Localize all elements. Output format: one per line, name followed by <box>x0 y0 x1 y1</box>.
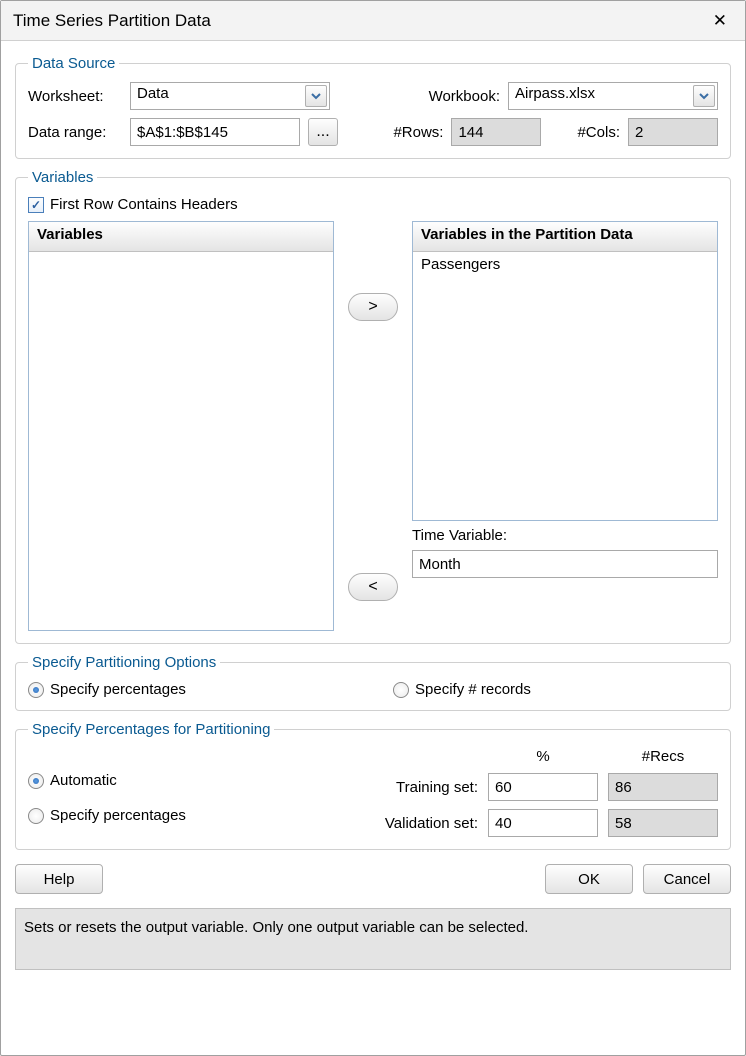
dialog-title: Time Series Partition Data <box>13 11 211 31</box>
move-left-button[interactable]: < <box>348 573 398 601</box>
opt-specify-pct-2[interactable]: Specify percentages <box>28 807 355 824</box>
training-pct-input[interactable]: 60 <box>488 773 598 801</box>
workbook-combo[interactable]: Airpass.xlsx <box>508 82 718 110</box>
ncols-value: 2 <box>635 124 643 141</box>
nrows-value: 144 <box>458 124 483 141</box>
checkbox-icon: ✓ <box>28 197 44 213</box>
recs-col-header: #Recs <box>608 748 718 765</box>
datarange-value: $A$1:$B$145 <box>137 124 228 141</box>
opt-specify-pct[interactable]: Specify percentages <box>28 681 353 698</box>
workbook-value: Airpass.xlsx <box>515 85 595 102</box>
chevron-down-icon <box>693 85 715 107</box>
close-icon[interactable]: ✕ <box>707 10 733 31</box>
worksheet-value: Data <box>137 85 169 102</box>
status-text: Sets or resets the output variable. Only… <box>24 919 528 936</box>
time-variable-label: Time Variable: <box>412 527 718 544</box>
opt-automatic-label: Automatic <box>50 772 117 789</box>
time-variable-field[interactable]: Month <box>412 550 718 578</box>
nrows-label: #Rows: <box>393 124 443 141</box>
cancel-button[interactable]: Cancel <box>643 864 731 894</box>
validation-set-label: Validation set: <box>385 815 478 832</box>
opt-specify-records[interactable]: Specify # records <box>393 681 718 698</box>
list-item[interactable]: Passengers <box>421 256 709 273</box>
ncols-label: #Cols: <box>577 124 620 141</box>
chevron-down-icon <box>305 85 327 107</box>
pct-col-header: % <box>488 748 598 765</box>
datarange-label: Data range: <box>28 124 122 141</box>
variables-group: Variables ✓ First Row Contains Headers V… <box>15 169 731 644</box>
help-button[interactable]: Help <box>15 864 103 894</box>
partition-variables-listbox[interactable]: Variables in the Partition Data Passenge… <box>412 221 718 521</box>
training-recs-box: 86 <box>608 773 718 801</box>
opt-specify-pct-2-label: Specify percentages <box>50 807 186 824</box>
dialog-window: Time Series Partition Data ✕ Data Source… <box>0 0 746 1056</box>
radio-icon <box>393 682 409 698</box>
opt-automatic[interactable]: Automatic <box>28 772 355 789</box>
data-source-legend: Data Source <box>28 55 119 72</box>
status-bar: Sets or resets the output variable. Only… <box>15 908 731 970</box>
first-row-headers-row[interactable]: ✓ First Row Contains Headers <box>28 196 718 213</box>
titlebar: Time Series Partition Data ✕ <box>1 1 745 41</box>
radio-icon <box>28 682 44 698</box>
partition-variables-body: Passengers <box>413 252 717 277</box>
dialog-content: Data Source Worksheet: Data Workbook: Ai… <box>1 41 745 1055</box>
pct-partitioning-group: Specify Percentages for Partitioning Aut… <box>15 721 731 850</box>
data-source-group: Data Source Worksheet: Data Workbook: Ai… <box>15 55 731 159</box>
worksheet-label: Worksheet: <box>28 88 122 105</box>
move-right-button[interactable]: > <box>348 293 398 321</box>
training-set-label: Training set: <box>385 779 478 796</box>
radio-icon <box>28 808 44 824</box>
opt-specify-pct-label: Specify percentages <box>50 681 186 698</box>
pct-partitioning-legend: Specify Percentages for Partitioning <box>28 721 274 738</box>
ok-button[interactable]: OK <box>545 864 633 894</box>
datarange-browse-button[interactable]: ... <box>308 118 338 146</box>
variables-legend: Variables <box>28 169 97 186</box>
footer-buttons: Help OK Cancel <box>15 864 731 894</box>
partition-variables-header: Variables in the Partition Data <box>413 222 717 252</box>
validation-pct-input[interactable]: 40 <box>488 809 598 837</box>
partitioning-options-group: Specify Partitioning Options Specify per… <box>15 654 731 711</box>
variables-list-header: Variables <box>29 222 333 252</box>
time-variable-value: Month <box>419 556 461 573</box>
partitioning-options-legend: Specify Partitioning Options <box>28 654 220 671</box>
first-row-headers-label: First Row Contains Headers <box>50 196 238 213</box>
radio-icon <box>28 773 44 789</box>
datarange-input[interactable]: $A$1:$B$145 <box>130 118 300 146</box>
opt-specify-records-label: Specify # records <box>415 681 531 698</box>
worksheet-combo[interactable]: Data <box>130 82 330 110</box>
ncols-value-box: 2 <box>628 118 718 146</box>
variables-list-body <box>29 252 333 260</box>
validation-recs-box: 58 <box>608 809 718 837</box>
nrows-value-box: 144 <box>451 118 541 146</box>
variables-listbox[interactable]: Variables <box>28 221 334 631</box>
workbook-label: Workbook: <box>429 88 500 105</box>
